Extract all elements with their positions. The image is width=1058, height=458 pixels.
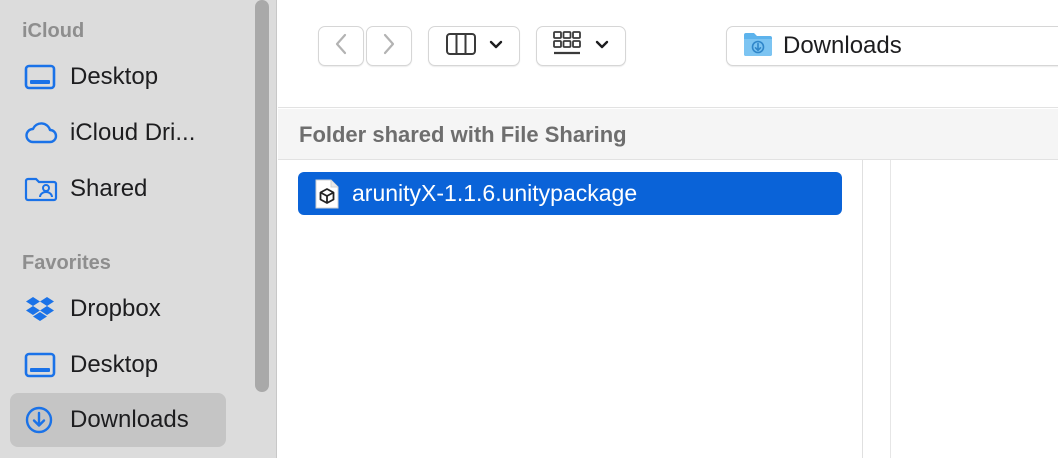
shared-folder-icon (24, 174, 58, 204)
sidebar-item-downloads[interactable]: Downloads (10, 393, 226, 447)
sidebar-item-label: Desktop (70, 63, 159, 90)
downloads-icon (24, 405, 58, 435)
cloud-icon (24, 118, 58, 148)
group-by-button[interactable] (536, 26, 626, 66)
toolbar: Downloads (278, 0, 1058, 108)
sidebar-item-label: Dropbox (70, 295, 161, 322)
sidebar-item-label: Desktop (70, 351, 159, 378)
sidebar-item-desktop[interactable]: Desktop (10, 338, 226, 392)
unity-package-icon (314, 178, 340, 210)
sidebar-item-label: iCloud Dri... (70, 119, 196, 146)
file-name: arunityX-1.1.6.unitypackage (352, 180, 638, 206)
grid-icon (553, 30, 581, 62)
forward-button[interactable] (366, 26, 412, 66)
file-row-arunityx-package[interactable]: arunityX-1.1.6.unitypackage (298, 172, 842, 215)
chevron-down-icon (489, 37, 503, 55)
downloads-folder-icon (743, 31, 773, 62)
desktop-icon (24, 62, 58, 92)
path-label: Downloads (783, 32, 902, 59)
folder-header: Folder shared with File Sharing (278, 109, 1058, 160)
path-popup-button[interactable]: Downloads (726, 26, 1058, 66)
sidebar-item-shared[interactable]: Shared (10, 162, 226, 216)
sidebar: iCloud Desktop iCloud Dri... Shared Favo… (0, 0, 277, 458)
back-button[interactable] (318, 26, 364, 66)
browser-column: arunityX-1.1.6.unitypackage (278, 160, 863, 458)
dropbox-icon (24, 294, 58, 324)
section-title-icloud: iCloud (22, 20, 85, 42)
sidebar-scrollbar[interactable] (255, 0, 269, 392)
sidebar-item-dropbox[interactable]: Dropbox (10, 282, 226, 336)
browser-column-empty (864, 160, 891, 458)
columns-view-icon (445, 32, 477, 61)
desktop-icon (24, 350, 58, 380)
view-mode-button[interactable] (428, 26, 520, 66)
chevron-left-icon (333, 32, 349, 61)
folder-header-title: Folder shared with File Sharing (299, 122, 627, 147)
sidebar-item-desktop[interactable]: Desktop (10, 50, 226, 104)
chevron-right-icon (381, 32, 397, 61)
section-title-favorites: Favorites (22, 252, 111, 274)
sidebar-item-label: Shared (70, 175, 148, 202)
sidebar-item-icloud-drive[interactable]: iCloud Dri... (10, 106, 226, 160)
chevron-down-icon (595, 37, 609, 55)
sidebar-item-label: Downloads (70, 406, 189, 433)
